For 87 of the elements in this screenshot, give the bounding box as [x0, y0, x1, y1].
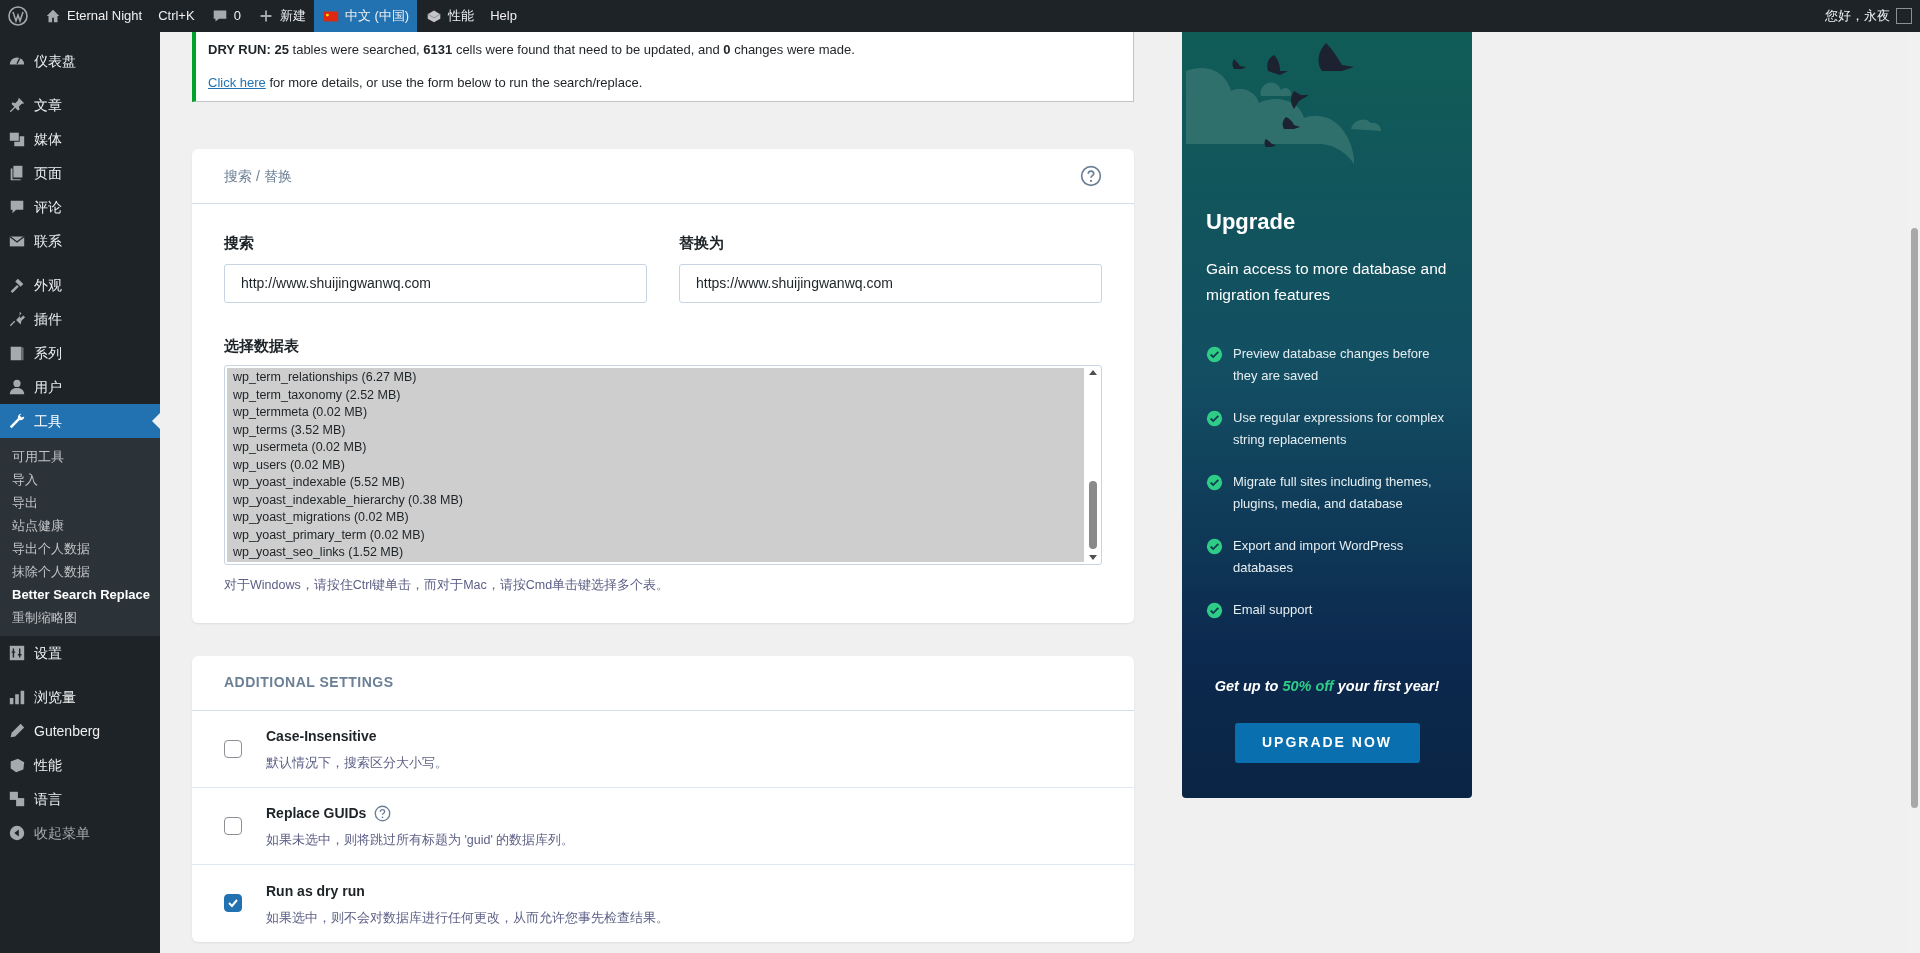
option-description: 如果选中，则不会对数据库进行任何更改，从而允许您事先检查结果。 — [266, 909, 669, 927]
check-circle-icon — [1206, 410, 1223, 427]
account-menu[interactable]: 您好，永夜 — [1817, 0, 1920, 32]
field-label: 替换为 — [679, 233, 725, 253]
option-description: 默认情况下，搜索区分大小写。 — [266, 755, 448, 773]
sidebar-item[interactable]: 仪表盘 — [0, 44, 160, 78]
wrench-icon — [8, 412, 26, 430]
paintbrush-icon — [8, 276, 26, 294]
sidebar-item[interactable]: 浏览量 — [0, 670, 160, 714]
sidebar-item[interactable]: 插件 — [0, 302, 160, 336]
sidebar-item[interactable]: 语言 — [0, 782, 160, 816]
help-icon — [374, 805, 392, 823]
cube-icon — [8, 756, 26, 774]
sidebar-item[interactable]: 外观 — [0, 258, 160, 302]
submenu-item[interactable]: Better Search Replace — [0, 583, 160, 606]
submenu-item[interactable]: 抹除个人数据 — [0, 560, 160, 583]
checkbox[interactable] — [224, 739, 242, 758]
plug-icon — [8, 310, 26, 328]
bar-chart-icon — [8, 688, 26, 706]
text-field[interactable]: http://www.shuijingwanwq.com — [224, 263, 647, 303]
admin-bar-item[interactable]: 性能 — [417, 0, 483, 32]
details-link[interactable]: Click here — [208, 74, 266, 90]
panel-description: Gain access to more database and migration features — [1206, 259, 1448, 305]
option-label: Replace GUIDs — [266, 804, 367, 824]
book-icon — [8, 344, 26, 362]
offer-text: Get up to 50% off your first year! — [1213, 677, 1441, 696]
hint-text: 对于Windows，请按住Ctrl键单击，而对于Mac，请按Cmd单击键选择多个表。 — [224, 577, 671, 594]
checkbox[interactable] — [224, 894, 242, 913]
admin-bar-item[interactable]: Ctrl+K — [150, 0, 203, 32]
sidebar-item[interactable]: 联系 — [0, 224, 160, 258]
feature-text: Preview database changes before they are saved — [1233, 345, 1431, 385]
admin-bar-item[interactable]: 新建 — [248, 0, 314, 32]
upgrade-button[interactable]: UPGRADE NOW — [1234, 722, 1420, 763]
pin-icon — [8, 96, 26, 114]
sidebar-item[interactable]: 收起菜单 — [0, 816, 160, 850]
help-icon — [1080, 165, 1102, 187]
scrollbar-thumb[interactable] — [1911, 228, 1918, 808]
submenu-item[interactable]: 站点健康 — [0, 514, 160, 537]
checkmark-icon — [227, 897, 239, 910]
sidebar-item[interactable]: 性能 — [0, 748, 160, 782]
pencil-icon — [8, 722, 26, 740]
sliders-icon — [8, 644, 26, 662]
submenu-item[interactable]: 导出个人数据 — [0, 537, 160, 560]
submenu-item[interactable]: 可用工具 — [0, 445, 160, 468]
user-icon — [8, 378, 26, 396]
sidebar-item[interactable]: 系列 — [0, 336, 160, 370]
submenu-item[interactable]: 重制缩略图 — [0, 606, 160, 629]
feature-text: Use regular expressions for complex string replacements — [1233, 409, 1445, 449]
feature-text: Export and import WordPress databases — [1233, 537, 1405, 577]
submenu-item[interactable]: 导出 — [0, 491, 160, 514]
option-description: 如果未选中，则将跳过所有标题为 'guid' 的数据库列。 — [266, 832, 575, 850]
sidebar-item[interactable]: 设置 — [0, 636, 160, 670]
admin-bar-item[interactable]: Eternal Night — [36, 0, 151, 32]
submenu-item[interactable]: 导入 — [0, 468, 160, 491]
sidebar-item[interactable]: 评论 — [0, 190, 160, 224]
option-label: Case-Insensitive — [266, 727, 377, 747]
current-menu-pointer — [152, 413, 160, 429]
card-title: ADDITIONAL SETTINGS — [224, 673, 394, 693]
field-label: 搜索 — [224, 233, 255, 253]
panel-title: Upgrade — [1206, 208, 1297, 236]
sidebar-item[interactable]: 媒体 — [0, 122, 160, 156]
wordpress-icon — [8, 6, 28, 26]
check-circle-icon — [1206, 346, 1223, 363]
sidebar-item[interactable]: 页面 — [0, 156, 160, 190]
checkbox[interactable] — [224, 816, 242, 835]
option-label: Run as dry run — [266, 881, 365, 901]
sidebar-item[interactable]: 工具 — [0, 404, 160, 438]
sidebar-item[interactable]: 用户 — [0, 370, 160, 404]
notice-text: DRY RUN: 25 tables were searched, 6131 cells were found that need to be updated, and 0 changes were made. — [208, 41, 856, 59]
admin-bar-item[interactable]: 0 — [202, 0, 249, 32]
home-icon — [44, 7, 62, 25]
admin-bar-item[interactable]: Help — [482, 0, 525, 32]
check-circle-icon — [1206, 602, 1223, 619]
field-label: 选择数据表 — [224, 335, 300, 356]
feature-text: Migrate full sites including themes, plugins, media, and database — [1233, 473, 1433, 513]
notice-text: Click here for more details, or use the form below to run the search/replace. — [208, 73, 644, 92]
table-listbox[interactable] — [224, 365, 1102, 565]
media-icon — [8, 130, 26, 148]
sidebar-item[interactable]: Gutenberg — [0, 714, 160, 748]
check-circle-icon — [1206, 474, 1223, 491]
card-title: 搜索 / 替换 — [224, 166, 292, 186]
sidebar-item[interactable]: 文章 — [0, 78, 160, 122]
feature-text: Email support — [1233, 601, 1314, 619]
avatar-icon — [1896, 8, 1912, 24]
check-circle-icon — [1206, 538, 1223, 555]
admin-bar-item[interactable]: 中文 (中国) — [313, 0, 418, 32]
text-field[interactable]: https://www.shuijingwanwq.com — [679, 263, 1102, 303]
